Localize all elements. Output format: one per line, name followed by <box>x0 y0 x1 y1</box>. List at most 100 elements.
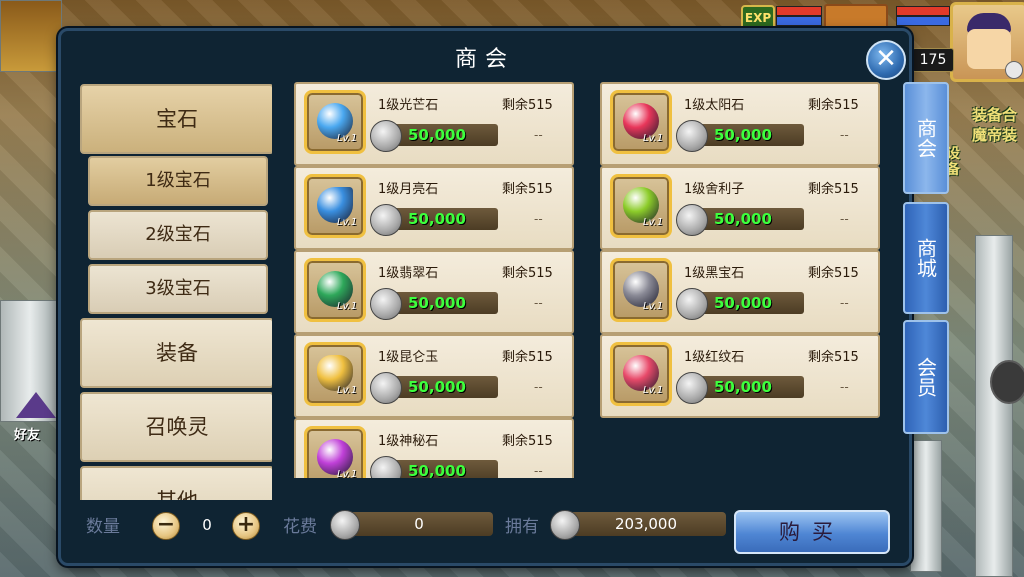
item-name: 1级月亮石 <box>378 182 439 197</box>
item-price: 50,000 <box>394 376 498 398</box>
item-price-change: -- <box>534 380 543 394</box>
item-grid[interactable]: Lv.1 1级光芒石 剩余515 50,000 -- Lv.1 1级太阳石 剩余515 50,0… <box>294 82 884 478</box>
category-equipment[interactable]: 装备 <box>80 318 272 388</box>
player-mp-bar <box>896 16 950 26</box>
item-stock: 剩余515 <box>808 182 859 197</box>
tab-membership[interactable]: 会员 <box>903 320 949 434</box>
category-other[interactable]: 其他 <box>80 466 272 500</box>
hp-bar <box>776 6 822 16</box>
pot-decoration <box>990 360 1024 404</box>
item-price: 50,000 <box>394 292 498 314</box>
item-card[interactable]: Lv.1 1级月亮石 剩余515 50,000 -- <box>294 166 574 250</box>
item-level: Lv.1 <box>337 217 358 228</box>
panel-title: 商会 <box>454 47 515 72</box>
cost-label: 花费 <box>283 517 317 537</box>
gem-icon: Lv.1 <box>304 258 366 322</box>
item-card[interactable]: Lv.1 1级翡翠石 剩余515 50,000 -- <box>294 250 574 334</box>
friend-label: 好友 <box>14 428 41 443</box>
quantity-label: 数量 <box>86 517 120 537</box>
item-price: 50,000 <box>394 208 498 230</box>
category-gem[interactable]: 宝石 <box>80 84 272 154</box>
item-level: Lv.1 <box>643 385 664 396</box>
category-summon[interactable]: 召唤灵 <box>80 392 272 462</box>
avatar-settings-icon[interactable] <box>1005 61 1023 79</box>
item-name: 1级黑宝石 <box>684 266 745 281</box>
silver-coin-icon <box>676 288 708 320</box>
silver-coin-icon <box>370 120 402 152</box>
item-stock: 剩余515 <box>502 434 553 449</box>
item-stock: 剩余515 <box>808 98 859 113</box>
tab-chamber-of-commerce[interactable]: 商会 <box>903 82 949 194</box>
buy-button[interactable]: 购买 <box>734 510 890 554</box>
silver-coin-icon <box>370 204 402 236</box>
item-price: 50,000 <box>394 124 498 146</box>
gem-icon: Lv.1 <box>304 174 366 238</box>
item-card[interactable]: Lv.1 1级光芒石 剩余515 50,000 -- <box>294 82 574 166</box>
item-price-change: -- <box>534 128 543 142</box>
gem-icon: Lv.1 <box>610 342 672 406</box>
silver-coin-icon <box>676 204 708 236</box>
item-stock: 剩余515 <box>502 98 553 113</box>
owned-label: 拥有 <box>505 517 539 537</box>
close-button[interactable]: ✕ <box>866 40 906 80</box>
item-price-change: -- <box>534 212 543 226</box>
quantity-value[interactable]: 0 <box>190 516 224 534</box>
decrease-quantity-button[interactable]: − <box>152 512 180 540</box>
item-level: Lv.1 <box>337 469 358 478</box>
stone-pillar <box>975 235 1013 577</box>
subcategory-gem-level-1[interactable]: 1级宝石 <box>88 156 268 206</box>
item-price: 50,000 <box>700 124 804 146</box>
item-level: Lv.1 <box>643 217 664 228</box>
item-stock: 剩余515 <box>502 350 553 365</box>
item-price-change: -- <box>840 296 849 310</box>
item-stock: 剩余515 <box>502 182 553 197</box>
item-card[interactable]: Lv.1 1级昆仑玉 剩余515 50,000 -- <box>294 334 574 418</box>
silver-coin-icon <box>330 510 360 540</box>
gem-icon: Lv.1 <box>304 90 366 154</box>
item-stock: 剩余515 <box>502 266 553 281</box>
item-name: 1级翡翠石 <box>378 266 439 281</box>
item-card[interactable]: Lv.1 1级舍利子 剩余515 50,000 -- <box>600 166 880 250</box>
item-name: 1级光芒石 <box>378 98 439 113</box>
gem-icon: Lv.1 <box>610 90 672 154</box>
item-card[interactable]: Lv.1 1级黑宝石 剩余515 50,000 -- <box>600 250 880 334</box>
avatar-face <box>967 29 1011 69</box>
item-name: 1级神秘石 <box>378 434 439 449</box>
item-card[interactable]: Lv.1 1级太阳石 剩余515 50,000 -- <box>600 82 880 166</box>
player-avatar[interactable] <box>950 2 1024 82</box>
subcategory-gem-level-2[interactable]: 2级宝石 <box>88 210 268 260</box>
item-price-change: -- <box>534 296 543 310</box>
event-text-1[interactable]: 装备合 <box>972 104 1017 125</box>
friend-button[interactable]: 好友 <box>10 392 60 444</box>
item-name: 1级太阳石 <box>684 98 745 113</box>
gem-icon: Lv.1 <box>304 426 366 478</box>
item-level: Lv.1 <box>337 385 358 396</box>
stone-pillar <box>910 440 942 572</box>
player-hp-bar <box>896 6 950 16</box>
increase-quantity-button[interactable]: + <box>232 512 260 540</box>
item-name: 1级舍利子 <box>684 182 745 197</box>
event-text-2[interactable]: 魔帝装 <box>972 124 1017 145</box>
item-price: 50,000 <box>394 460 498 478</box>
silver-coin-icon <box>370 288 402 320</box>
item-name: 1级昆仑玉 <box>378 350 439 365</box>
subcategory-gem-level-3[interactable]: 3级宝石 <box>88 264 268 314</box>
cost-value: 0 <box>345 512 493 536</box>
item-card[interactable]: Lv.1 1级神秘石 剩余515 50,000 -- <box>294 418 574 478</box>
gem-icon: Lv.1 <box>610 174 672 238</box>
tab-mall[interactable]: 商城 <box>903 202 949 314</box>
item-stock: 剩余515 <box>808 350 859 365</box>
roof-ornament <box>0 0 62 72</box>
gem-icon: Lv.1 <box>610 258 672 322</box>
silver-coin-icon <box>370 372 402 404</box>
item-level: Lv.1 <box>337 301 358 312</box>
item-price: 50,000 <box>700 376 804 398</box>
item-card[interactable]: Lv.1 1级红纹石 剩余515 50,000 -- <box>600 334 880 418</box>
mp-bar <box>776 16 822 26</box>
item-price: 50,000 <box>700 292 804 314</box>
wizard-hat-icon <box>16 392 56 418</box>
item-level: Lv.1 <box>337 133 358 144</box>
item-stock: 剩余515 <box>808 266 859 281</box>
category-list[interactable]: 宝石 1级宝石 2级宝石 3级宝石 装备 召唤灵 其他 <box>80 84 272 500</box>
item-price-change: -- <box>840 212 849 226</box>
